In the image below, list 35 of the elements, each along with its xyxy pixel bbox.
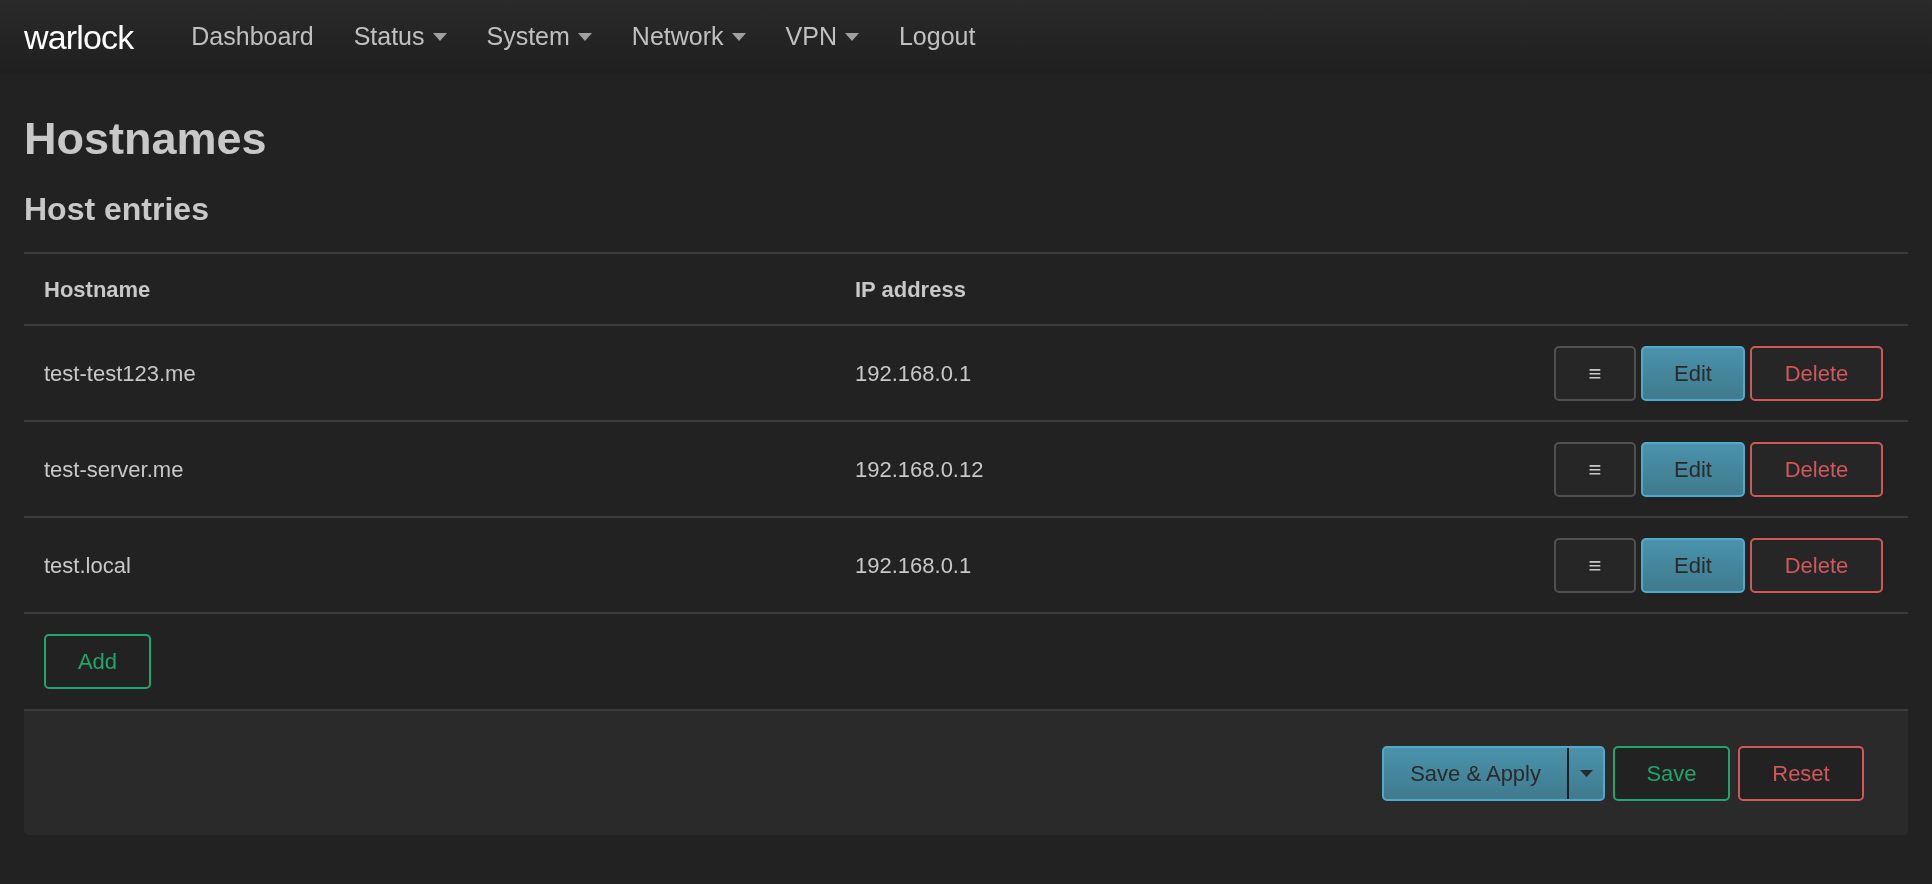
caret-icon xyxy=(432,33,447,41)
nav-link[interactable]: VPN xyxy=(785,18,859,56)
page-title: Hostnames xyxy=(24,112,268,166)
caret-icon xyxy=(1579,769,1593,777)
column-header: Hostname xyxy=(43,275,152,304)
nav-link[interactable]: Network xyxy=(631,18,746,56)
table-cell-text: test-server.me xyxy=(43,455,185,484)
table-cell-text: test.local xyxy=(43,551,132,580)
section-title: Host entries xyxy=(24,190,210,229)
nav-link[interactable]: Dashboard xyxy=(191,18,314,56)
delete-button[interactable]: Delete xyxy=(1750,441,1883,497)
caret-icon xyxy=(731,33,746,41)
save-apply-button[interactable]: Save & Apply xyxy=(1384,747,1569,799)
table-cell-text: 192.168.0.12 xyxy=(855,455,985,484)
edit-button[interactable]: Edit xyxy=(1641,441,1745,497)
table-cell-text: 192.168.0.1 xyxy=(855,551,973,580)
drag-handle-button[interactable]: ≡ xyxy=(1554,345,1636,401)
table-cell-text: 192.168.0.1 xyxy=(855,359,973,388)
column-header: IP address xyxy=(855,275,966,304)
table-cell-text: test-test123.me xyxy=(43,359,197,388)
save-button[interactable]: Save xyxy=(1613,745,1730,801)
nav-link[interactable]: Logout xyxy=(898,18,976,56)
edit-button[interactable]: Edit xyxy=(1641,345,1745,401)
brand-logo[interactable]: warlock xyxy=(24,11,134,63)
drag-handle-button[interactable]: ≡ xyxy=(1554,537,1636,593)
drag-handle-button[interactable]: ≡ xyxy=(1554,441,1636,497)
nav-link[interactable]: System xyxy=(486,18,592,56)
edit-button[interactable]: Edit xyxy=(1641,537,1745,593)
nav-link[interactable]: Status xyxy=(353,18,447,56)
add-button[interactable]: Add xyxy=(44,634,151,690)
caret-icon xyxy=(577,33,592,41)
reset-button[interactable]: Reset xyxy=(1738,745,1864,801)
caret-icon xyxy=(844,33,859,41)
delete-button[interactable]: Delete xyxy=(1750,345,1883,401)
delete-button[interactable]: Delete xyxy=(1750,537,1883,593)
